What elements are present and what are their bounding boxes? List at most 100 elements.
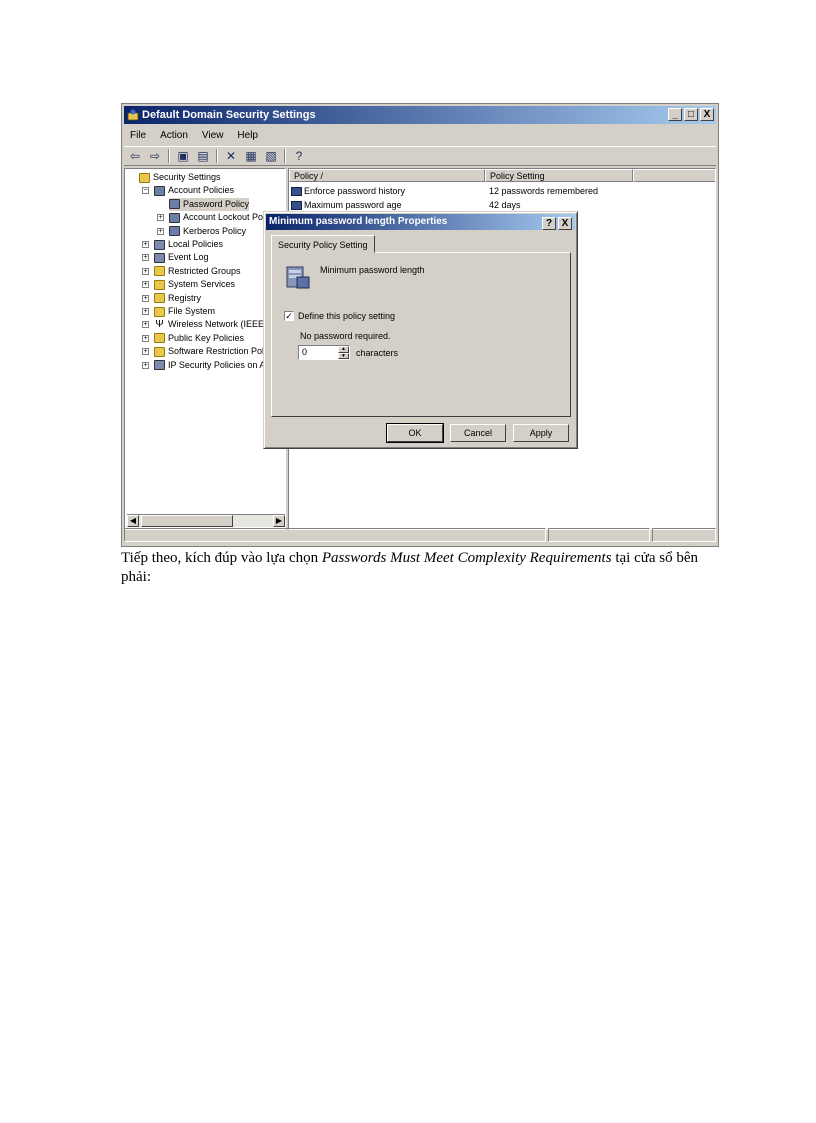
define-policy-checkbox[interactable]: ✓ bbox=[284, 311, 294, 321]
tree-item-label: Password Policy bbox=[183, 198, 250, 209]
scroll-thumb[interactable] bbox=[141, 515, 233, 527]
folder-icon bbox=[154, 346, 165, 357]
folder-icon bbox=[154, 333, 165, 344]
forward-arrow-icon[interactable]: ⇨ bbox=[148, 149, 162, 163]
no-password-note: No password required. bbox=[300, 331, 391, 341]
menu-bar: File Action View Help bbox=[126, 127, 258, 145]
tree-item-label: Restricted Groups bbox=[168, 265, 241, 276]
policy-shield-icon bbox=[154, 185, 165, 196]
scroll-right-icon[interactable]: ▶ bbox=[273, 515, 285, 527]
policy-icon bbox=[291, 187, 302, 196]
expand-icon[interactable]: + bbox=[142, 241, 149, 248]
collapse-icon[interactable]: − bbox=[142, 187, 149, 195]
tree-item[interactable]: Restricted Groups bbox=[154, 265, 241, 278]
properties-icon[interactable]: ▦ bbox=[244, 149, 258, 163]
expand-icon[interactable]: + bbox=[142, 267, 149, 275]
tree-item[interactable]: System Services bbox=[154, 278, 235, 291]
tree-item-label: Registry bbox=[168, 292, 202, 303]
menu-file[interactable]: File bbox=[130, 127, 146, 145]
tree-item[interactable]: Password Policy bbox=[169, 197, 250, 211]
status-cell bbox=[124, 528, 546, 542]
cancel-button[interactable]: Cancel bbox=[450, 424, 506, 442]
help-icon[interactable]: ? bbox=[292, 149, 306, 163]
policy-icon bbox=[291, 201, 302, 210]
help-question-button[interactable]: ? bbox=[542, 217, 556, 230]
menu-help[interactable]: Help bbox=[237, 127, 258, 145]
password-length-value[interactable]: 0 bbox=[302, 347, 307, 357]
tree-item-label: Account Policies bbox=[168, 185, 235, 196]
up-folder-icon[interactable]: ▣ bbox=[176, 149, 190, 163]
dialog-titlebar[interactable]: Minimum password length Properties ? X bbox=[266, 214, 575, 230]
delete-icon[interactable]: ✕ bbox=[224, 149, 238, 163]
scroll-left-icon[interactable]: ◀ bbox=[127, 515, 139, 527]
expand-icon[interactable]: + bbox=[142, 294, 149, 302]
policy-shield-icon bbox=[169, 212, 180, 223]
ok-button[interactable]: OK bbox=[386, 423, 444, 443]
tree-item-label: File System bbox=[168, 306, 216, 316]
caption-text-start: Tiếp theo, kích đúp vào lựa chọn bbox=[121, 550, 322, 566]
expand-icon[interactable]: + bbox=[142, 361, 149, 369]
menu-action[interactable]: Action bbox=[160, 127, 188, 145]
column-header-policy[interactable]: Policy / bbox=[289, 169, 485, 182]
apply-button[interactable]: Apply bbox=[513, 424, 569, 442]
expand-icon[interactable]: + bbox=[157, 214, 164, 222]
caption-paragraph: Tiếp theo, kích đúp vào lựa chọn Passwor… bbox=[121, 549, 711, 587]
minimize-button[interactable]: _ bbox=[668, 108, 682, 121]
tree-item[interactable]: File System bbox=[154, 305, 215, 318]
policy-shield-icon bbox=[169, 199, 180, 210]
expand-icon[interactable]: + bbox=[142, 348, 149, 356]
expand-icon[interactable]: + bbox=[142, 281, 149, 289]
status-cell bbox=[548, 528, 650, 542]
policy-name: Enforce password history bbox=[304, 186, 406, 196]
tree-pane[interactable]: Security Settings − Account Policies Passwo… bbox=[124, 168, 286, 530]
tree-item[interactable]: Registry bbox=[154, 292, 201, 305]
window-titlebar[interactable]: Default Domain Security Settings _ □ X bbox=[124, 106, 716, 124]
spin-down-icon[interactable]: ▼ bbox=[338, 352, 349, 359]
expand-icon[interactable]: + bbox=[142, 321, 149, 329]
policy-doc-icon bbox=[154, 252, 165, 263]
tree-item[interactable]: Account Lockout Policy bbox=[169, 211, 276, 224]
tree-item[interactable]: Kerberos Policy bbox=[169, 225, 246, 238]
tree-item-label: Local Policies bbox=[168, 239, 224, 249]
tree-item[interactable]: Account Policies bbox=[154, 184, 234, 197]
toolbar-separator bbox=[168, 149, 170, 163]
policy-doc-icon bbox=[154, 239, 165, 250]
show-tree-icon[interactable]: ▤ bbox=[196, 149, 210, 163]
maximize-button[interactable]: □ bbox=[684, 108, 698, 121]
list-row[interactable]: Enforce password history 12 passwords re… bbox=[289, 185, 715, 198]
horizontal-scrollbar[interactable]: ◀ ▶ bbox=[127, 514, 285, 527]
security-settings-app-icon bbox=[127, 109, 139, 121]
caption-italic-option: Passwords Must Meet Complexity Requireme… bbox=[321, 550, 612, 566]
tree-item[interactable]: Event Log bbox=[154, 251, 209, 264]
dialog-close-button[interactable]: X bbox=[558, 217, 572, 230]
expand-icon[interactable]: + bbox=[157, 227, 164, 235]
define-policy-checkbox-row[interactable]: ✓ Define this policy setting bbox=[284, 311, 395, 321]
close-button[interactable]: X bbox=[700, 108, 714, 121]
column-header-policy-setting[interactable]: Policy Setting bbox=[485, 169, 633, 182]
define-policy-label[interactable]: Define this policy setting bbox=[298, 311, 395, 321]
tab-panel: Minimum password length ✓ Define this po… bbox=[271, 252, 571, 417]
tree-item-label: Security Settings bbox=[153, 172, 221, 182]
tab-security-policy-setting[interactable]: Security Policy Setting bbox=[271, 235, 375, 253]
status-cell bbox=[652, 528, 716, 542]
characters-unit-label: characters bbox=[356, 348, 399, 358]
tree-item[interactable]: Security Settings bbox=[139, 171, 221, 184]
tree-item[interactable]: Local Policies bbox=[154, 238, 223, 251]
tree-item[interactable]: Public Key Policies bbox=[154, 332, 244, 345]
back-arrow-icon[interactable]: ⇦ bbox=[128, 149, 142, 163]
password-length-spinner[interactable]: 0 ▲ ▼ bbox=[298, 345, 350, 360]
folder-icon bbox=[154, 306, 165, 317]
toolbar-separator bbox=[284, 149, 286, 163]
tree-item-label: Kerberos Policy bbox=[183, 225, 247, 236]
dialog-title: Minimum password length Properties bbox=[269, 216, 448, 227]
expand-icon[interactable]: + bbox=[142, 334, 149, 342]
tree-item-label: System Services bbox=[168, 279, 236, 290]
folder-icon bbox=[154, 266, 165, 277]
export-list-icon[interactable]: ▧ bbox=[264, 149, 278, 163]
expand-icon[interactable]: + bbox=[142, 308, 149, 315]
window-title: Default Domain Security Settings bbox=[142, 109, 316, 121]
folder-icon bbox=[154, 293, 165, 304]
expand-icon[interactable]: + bbox=[142, 254, 149, 262]
menu-view[interactable]: View bbox=[202, 127, 224, 145]
folder-icon bbox=[139, 172, 150, 183]
